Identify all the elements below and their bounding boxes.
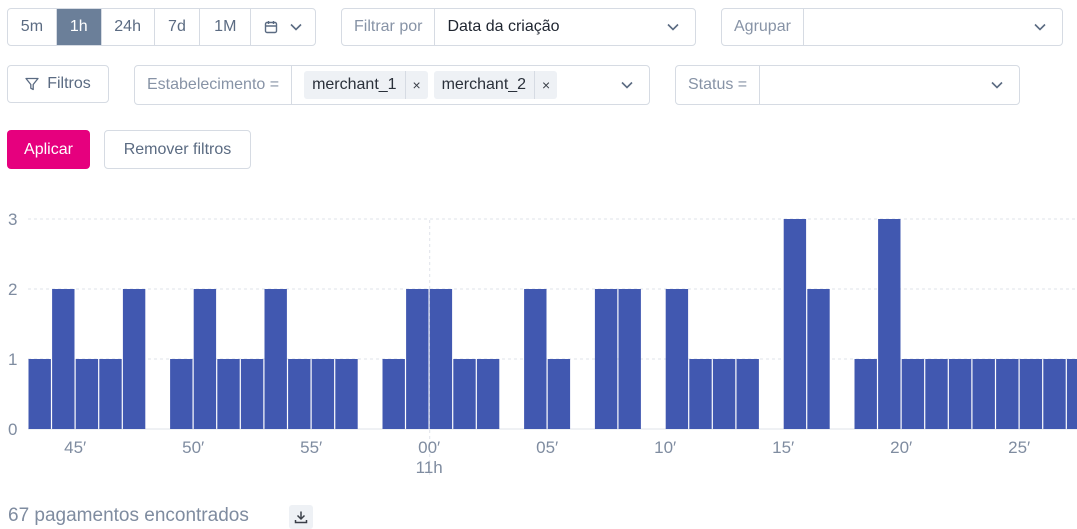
chevron-down-icon xyxy=(667,23,679,31)
x-tick-label: 10′ xyxy=(654,438,676,457)
status-filter-value[interactable] xyxy=(760,66,1019,104)
histogram-bar xyxy=(712,359,736,429)
group-by-value[interactable] xyxy=(804,9,1062,45)
histogram-bar xyxy=(689,359,712,429)
merchant-filter-label: Estabelecimento = xyxy=(135,66,293,104)
histogram-bar xyxy=(783,219,807,429)
histogram-bar xyxy=(264,289,287,429)
range-5m[interactable]: 5m xyxy=(8,9,57,45)
x-tick-label: 50′ xyxy=(182,438,204,457)
group-by-select[interactable]: Agrupar xyxy=(721,8,1063,46)
histogram-bar xyxy=(1043,359,1066,429)
range-7d[interactable]: 7d xyxy=(155,9,201,45)
group-by-label: Agrupar xyxy=(722,9,804,45)
histogram-bar xyxy=(948,359,972,429)
histogram-bar xyxy=(406,289,429,429)
histogram-bar xyxy=(75,359,99,429)
time-range-selector: 5m 1h 24h 7d 1M xyxy=(7,8,316,46)
histogram-bar xyxy=(1019,359,1043,429)
calendar-icon xyxy=(264,21,278,34)
custom-date-button[interactable] xyxy=(251,9,315,45)
range-1h[interactable]: 1h xyxy=(56,9,102,45)
histogram-bar xyxy=(854,359,877,429)
histogram-bar xyxy=(170,359,193,429)
histogram-bar xyxy=(382,359,405,429)
x-tick-label: 20′ xyxy=(890,438,912,457)
histogram-bar xyxy=(736,359,759,429)
y-tick-label: 1 xyxy=(8,350,17,369)
funnel-icon xyxy=(25,77,39,91)
status-filter-label: Status = xyxy=(676,66,761,104)
range-24h[interactable]: 24h xyxy=(102,9,155,45)
histogram-bar xyxy=(972,359,995,429)
histogram-bar xyxy=(429,289,453,429)
histogram-bar xyxy=(594,289,618,429)
histogram-bar xyxy=(311,359,335,429)
remove-tag-icon[interactable]: × xyxy=(534,71,557,99)
histogram-bar xyxy=(217,359,240,429)
histogram-bar xyxy=(1066,359,1077,429)
histogram-bar xyxy=(52,289,75,429)
histogram-bar xyxy=(288,359,311,429)
filter-by-label: Filtrar por xyxy=(342,9,436,45)
download-icon xyxy=(294,511,308,524)
x-tick-sublabel: 11h xyxy=(416,458,443,477)
histogram-bar xyxy=(878,219,901,429)
x-tick-label: 00′ xyxy=(418,438,440,457)
x-tick-label: 55′ xyxy=(300,438,322,457)
y-tick-label: 0 xyxy=(8,420,17,439)
range-1m[interactable]: 1M xyxy=(200,9,252,45)
clear-filters-button[interactable]: Remover filtros xyxy=(104,130,251,169)
histogram-bar xyxy=(193,289,217,429)
download-button[interactable] xyxy=(289,505,313,529)
merchant-tag-label: merchant_1 xyxy=(312,76,397,93)
filter-by-value[interactable]: Data da criação xyxy=(435,9,695,45)
filter-by-value-text: Data da criação xyxy=(447,18,560,35)
histogram-bar xyxy=(925,359,948,429)
x-tick-label: 05′ xyxy=(536,438,558,457)
merchant-tag-label: merchant_2 xyxy=(441,76,527,93)
histogram-bar xyxy=(453,359,476,429)
merchant-tag: merchant_2 × xyxy=(433,71,558,99)
histogram-bar xyxy=(99,359,122,429)
histogram-bar xyxy=(547,359,571,429)
merchant-tag: merchant_1 × xyxy=(304,71,428,99)
y-tick-label: 2 xyxy=(8,280,17,299)
histogram-bar xyxy=(807,289,830,429)
histogram-bar xyxy=(665,289,689,429)
histogram-bar xyxy=(996,359,1019,429)
merchant-filter[interactable]: Estabelecimento = merchant_1 × merchant_… xyxy=(134,65,650,105)
remove-tag-icon[interactable]: × xyxy=(404,71,428,99)
filters-button-label: Filtros xyxy=(47,75,91,92)
filters-button[interactable]: Filtros xyxy=(7,65,109,103)
payments-histogram: 0 1 2 3 45′ 50′ 55′ 00′11h 05′ 10′ 15′ 20′ 25′ xyxy=(8,210,1077,477)
chevron-down-icon xyxy=(991,81,1003,89)
chevron-down-icon xyxy=(1034,23,1046,31)
status-filter[interactable]: Status = xyxy=(675,65,1020,105)
x-tick-label: 45′ xyxy=(64,438,86,457)
histogram-bar xyxy=(618,289,641,429)
histogram-bar xyxy=(240,359,264,429)
y-tick-label: 3 xyxy=(8,210,17,229)
histogram-bar xyxy=(335,359,358,429)
chevron-down-icon xyxy=(290,23,302,31)
merchant-filter-values[interactable]: merchant_1 × merchant_2 × xyxy=(292,66,649,104)
histogram-bar xyxy=(524,289,547,429)
histogram-bar xyxy=(28,359,51,429)
filter-by-select[interactable]: Filtrar por Data da criação xyxy=(341,8,696,46)
chevron-down-icon[interactable] xyxy=(621,81,633,89)
x-tick-label: 25′ xyxy=(1008,438,1030,457)
histogram-bar xyxy=(476,359,500,429)
histogram-bar xyxy=(901,359,925,429)
result-count: 67 pagamentos encontrados xyxy=(8,505,249,526)
histogram-bar xyxy=(122,289,146,429)
x-tick-label: 15′ xyxy=(772,438,794,457)
apply-button[interactable]: Aplicar xyxy=(7,130,90,169)
